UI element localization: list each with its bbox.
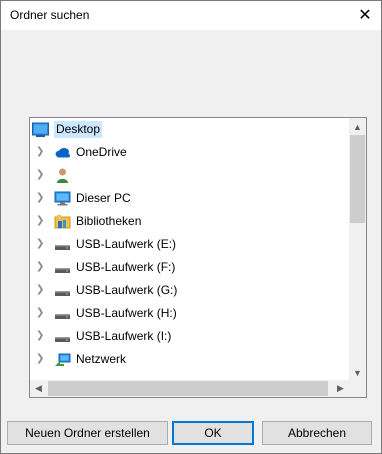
- onedrive-cloud-icon: [55, 148, 70, 158]
- scroll-up-arrow-icon[interactable]: ▲: [349, 118, 366, 135]
- tree-item-usb-g[interactable]: ❯ USB-Laufwerk (G:): [30, 279, 349, 302]
- tree-item-bibliotheken[interactable]: ❯ Bibliotheken: [30, 210, 349, 233]
- usb-drive-icon: [55, 268, 70, 273]
- tree-item-label: USB-Laufwerk (H:): [76, 306, 177, 320]
- expand-chevron-icon[interactable]: ❯: [36, 353, 44, 365]
- expand-chevron-icon[interactable]: ❯: [36, 330, 44, 342]
- scroll-down-arrow-icon[interactable]: ▼: [349, 364, 366, 381]
- computer-icon: [54, 191, 71, 206]
- new-folder-button[interactable]: Neuen Ordner erstellen: [7, 421, 168, 445]
- network-icon: [55, 353, 71, 366]
- folder-tree[interactable]: Desktop ❯ OneDrive ❯ ❯ Dieser PC ❯ Bibli…: [29, 117, 367, 398]
- usb-drive-icon: [55, 337, 70, 342]
- tree-item-usb-i[interactable]: ❯ USB-Laufwerk (I:): [30, 325, 349, 348]
- expand-chevron-icon[interactable]: ❯: [36, 238, 44, 250]
- expand-chevron-icon[interactable]: ❯: [36, 215, 44, 227]
- close-button[interactable]: ✕: [348, 0, 382, 30]
- libraries-icon: [54, 215, 71, 229]
- usb-drive-icon: [55, 314, 70, 319]
- vertical-scrollbar[interactable]: ▲ ▼: [349, 118, 366, 381]
- tree-item-label: [74, 167, 78, 184]
- expand-chevron-icon[interactable]: ❯: [36, 192, 44, 204]
- vertical-scroll-thumb[interactable]: [350, 135, 365, 223]
- tree-item-label: OneDrive: [76, 145, 127, 159]
- expand-chevron-icon[interactable]: ❯: [36, 169, 44, 181]
- tree-item-usb-f[interactable]: ❯ USB-Laufwerk (F:): [30, 256, 349, 279]
- tree-item-label: USB-Laufwerk (E:): [76, 237, 177, 251]
- horizontal-scroll-thumb[interactable]: [48, 381, 328, 396]
- tree-item-label: Desktop: [54, 121, 103, 138]
- expand-chevron-icon[interactable]: ❯: [36, 307, 44, 319]
- tree-item-dieser-pc[interactable]: ❯ Dieser PC: [30, 187, 349, 210]
- tree-item-label: Dieser PC: [76, 191, 131, 205]
- tree-item-label: USB-Laufwerk (I:): [76, 329, 172, 343]
- folder-tree-rows: Desktop ❯ OneDrive ❯ ❯ Dieser PC ❯ Bibli…: [30, 118, 349, 371]
- usb-drive-icon: [55, 245, 70, 250]
- usb-drive-icon: [55, 291, 70, 296]
- ok-button[interactable]: OK: [172, 421, 254, 445]
- tree-item-onedrive[interactable]: ❯ OneDrive: [30, 141, 349, 164]
- expand-chevron-icon[interactable]: ❯: [36, 261, 44, 273]
- tree-item-desktop[interactable]: Desktop: [30, 118, 349, 141]
- window-title: Ordner suchen: [10, 8, 90, 22]
- desktop-icon: [32, 122, 49, 137]
- tree-item-label: Bibliotheken: [76, 214, 142, 228]
- tree-item-user[interactable]: ❯: [30, 164, 349, 187]
- expand-chevron-icon[interactable]: ❯: [36, 146, 44, 158]
- title-bar: Ordner suchen ✕: [0, 0, 382, 30]
- tree-item-label: Netzwerk: [76, 352, 127, 366]
- scrollbar-corner: [349, 380, 366, 397]
- scroll-right-arrow-icon[interactable]: ▶: [332, 380, 349, 397]
- horizontal-scrollbar[interactable]: ◀ ▶: [30, 380, 349, 397]
- close-icon: ✕: [358, 7, 372, 24]
- tree-item-usb-h[interactable]: ❯ USB-Laufwerk (H:): [30, 302, 349, 325]
- tree-item-label: USB-Laufwerk (F:): [76, 260, 176, 274]
- tree-item-netzwerk[interactable]: ❯ Netzwerk: [30, 348, 349, 371]
- tree-item-label: USB-Laufwerk (G:): [76, 283, 178, 297]
- expand-chevron-icon[interactable]: ❯: [36, 284, 44, 296]
- tree-item-usb-e[interactable]: ❯ USB-Laufwerk (E:): [30, 233, 349, 256]
- cancel-button[interactable]: Abbrechen: [262, 421, 372, 445]
- user-icon: [57, 168, 68, 183]
- scroll-left-arrow-icon[interactable]: ◀: [30, 380, 47, 397]
